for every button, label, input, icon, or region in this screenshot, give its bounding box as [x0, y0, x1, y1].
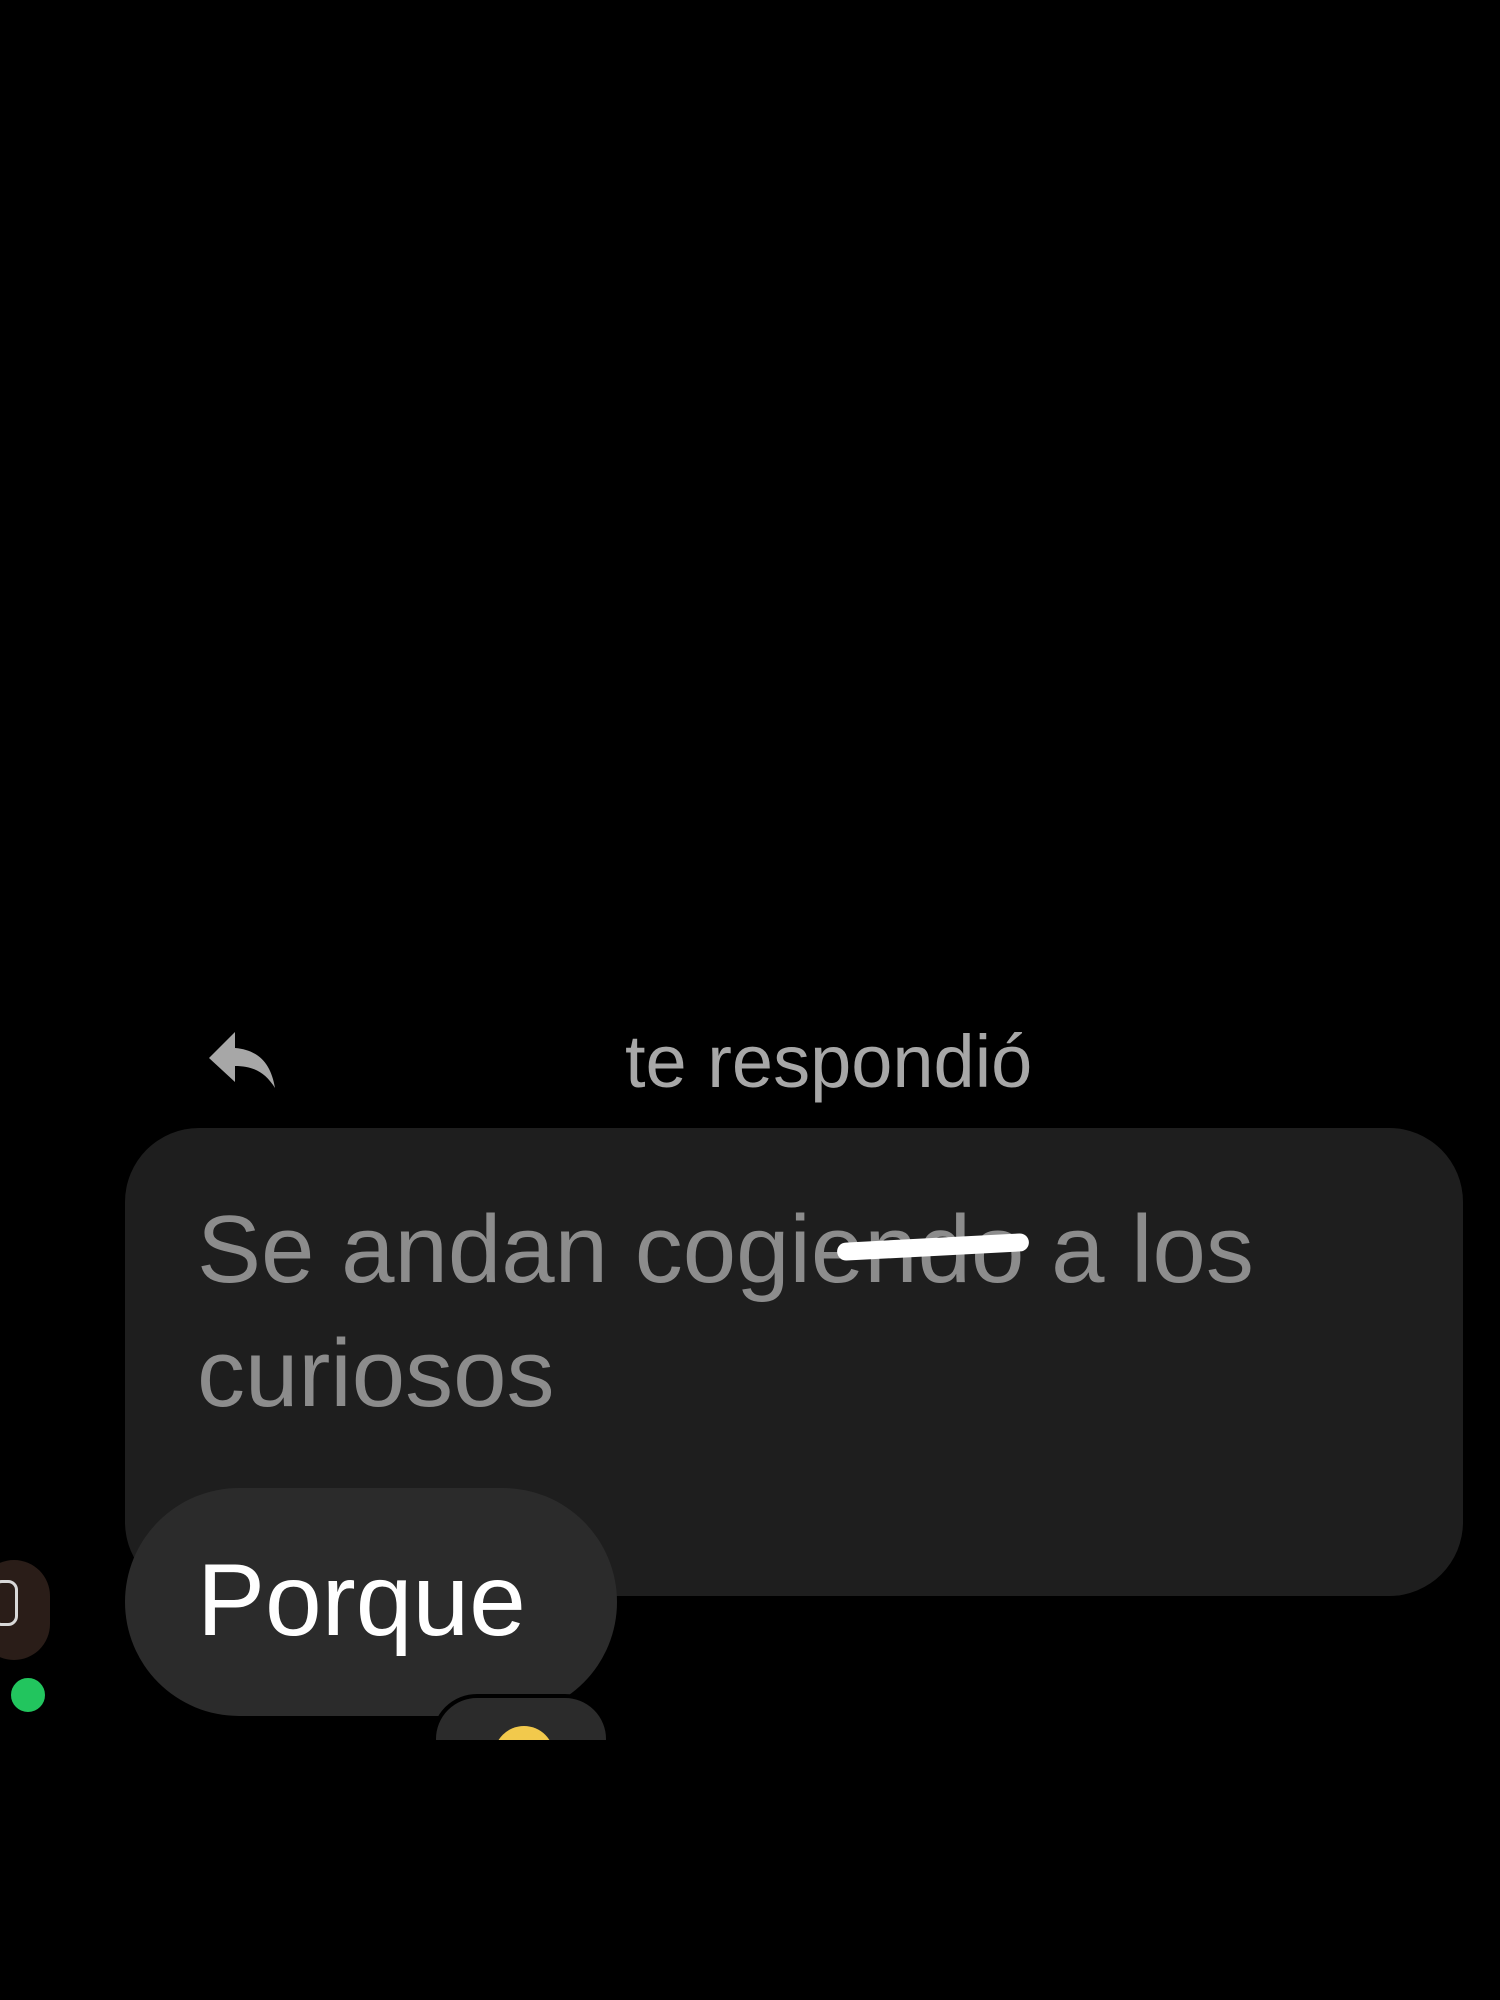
online-status-indicator — [8, 1675, 48, 1715]
reply-header: te respondió — [205, 1018, 1205, 1108]
message-bubble[interactable]: Porque — [125, 1488, 617, 1716]
message-text: Porque — [197, 1543, 526, 1657]
reply-arrow-icon — [209, 1032, 275, 1088]
avatar[interactable] — [0, 1560, 50, 1660]
avatar-image — [0, 1580, 18, 1626]
bottom-area — [0, 1740, 1500, 2000]
reply-label: te respondió — [625, 1020, 1033, 1103]
quoted-message-text: Se andan cogiendo a los curiosos — [197, 1196, 1254, 1427]
